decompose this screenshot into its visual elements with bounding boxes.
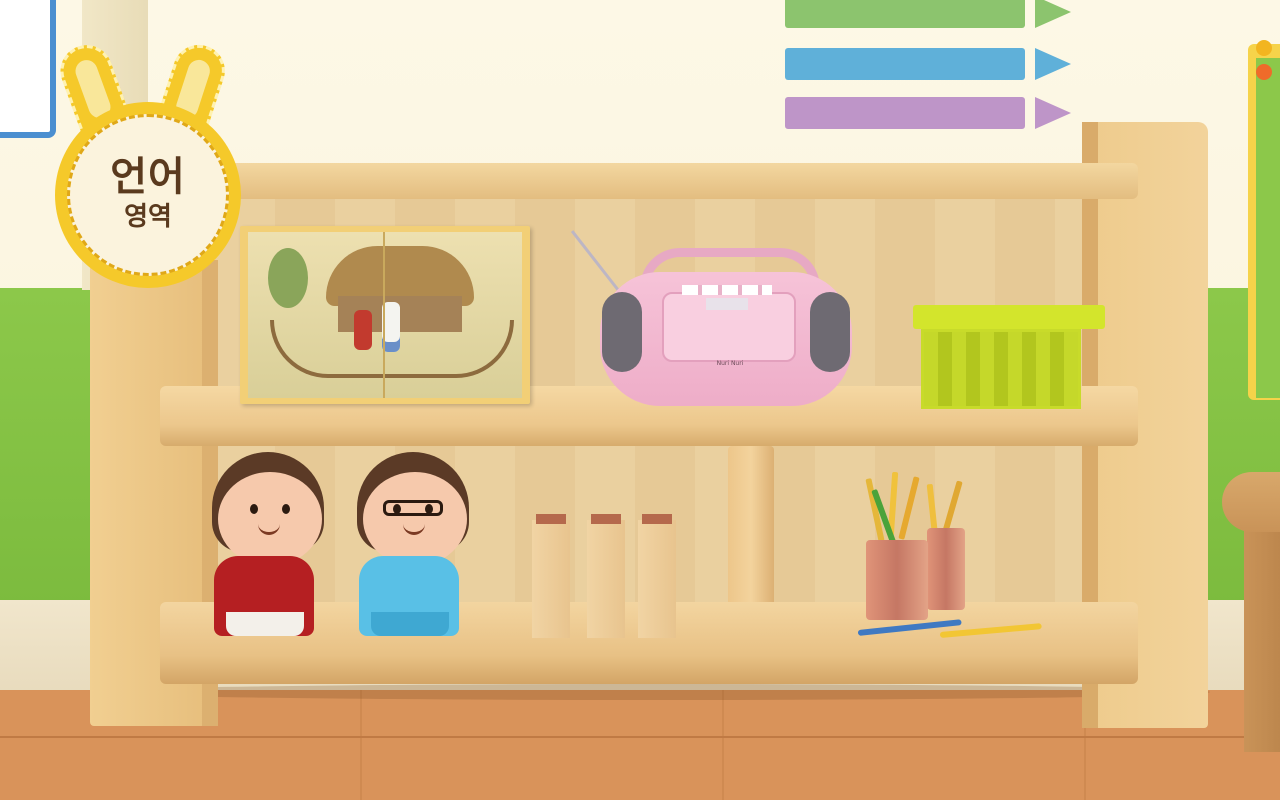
area-title: 언어 [110,154,186,200]
side-table [1222,472,1280,752]
wooden-stamp[interactable] [638,514,676,638]
picture-book[interactable] [240,226,530,404]
radio-brand: Nuri Nuri [716,360,744,367]
pin-icon [1256,40,1272,56]
wooden-stamp[interactable] [532,514,570,638]
pencil-cup [927,528,965,610]
shelf-top-board [230,163,1138,199]
glasses-icon [383,500,443,516]
girl-doll[interactable] [200,452,330,642]
radio-buttons [682,285,772,295]
cassette-radio[interactable]: Nuri Nuri [570,230,852,408]
radio-display [706,298,748,310]
shelf-shadow [100,684,1210,700]
floor-seam [0,736,1280,738]
bulletin-board [1248,40,1280,400]
speaker-icon [810,292,850,372]
storage-basket[interactable] [913,305,1105,409]
speaker-icon [602,292,642,372]
area-badge[interactable]: 언어 영역 [53,37,245,288]
area-subtitle: 영역 [124,202,172,232]
boy-doll[interactable] [345,452,475,642]
pencil-cup [866,540,928,620]
window-frame [0,0,56,138]
wooden-stamp[interactable] [587,514,625,638]
pin-icon [1256,64,1272,80]
